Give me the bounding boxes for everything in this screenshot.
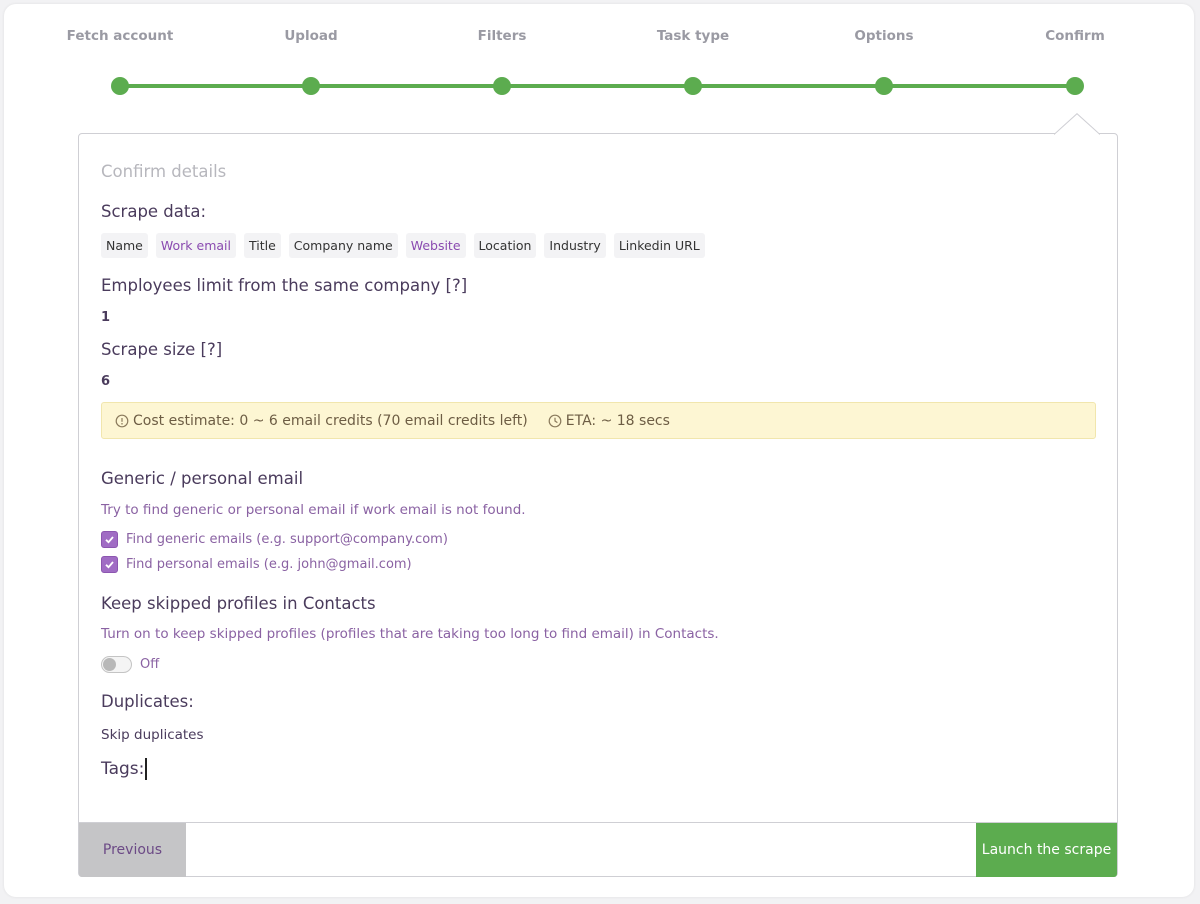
step-label-confirm[interactable]: Confirm <box>995 28 1155 44</box>
keep-skipped-heading: Keep skipped profiles in Contacts <box>101 594 376 613</box>
step-label-task-type[interactable]: Task type <box>613 28 773 44</box>
field-chip-location: Location <box>473 233 537 258</box>
employees-limit-heading[interactable]: Employees limit from the same company [?… <box>101 276 467 295</box>
text-cursor <box>145 758 148 780</box>
field-chip-work-email: Work email <box>155 233 236 258</box>
stepper-labels: Fetch account Upload Filters Task type O… <box>0 28 1200 48</box>
step-dot-upload[interactable] <box>302 77 320 95</box>
confirm-panel: Confirm details Scrape data: Name Work e… <box>78 133 1118 877</box>
tags-field[interactable]: Tags: <box>101 758 148 780</box>
keep-skipped-toggle-row[interactable]: Off <box>101 656 159 673</box>
step-dot-task-type[interactable] <box>684 77 702 95</box>
scrape-size-heading[interactable]: Scrape size [?] <box>101 340 222 359</box>
checkmark-icon <box>105 536 114 544</box>
scrape-data-fields: Name Work email Title Company name Websi… <box>101 233 705 258</box>
panel-footer: Previous Launch the scrape <box>79 822 1117 877</box>
step-dot-filters[interactable] <box>493 77 511 95</box>
find-generic-emails-label[interactable]: Find generic emails (e.g. support@compan… <box>126 532 448 547</box>
find-generic-emails-checkbox[interactable] <box>101 531 118 548</box>
stepper-progress-line <box>120 84 1076 88</box>
generic-personal-description: Try to find generic or personal email if… <box>101 502 526 518</box>
toggle-knob <box>103 658 116 671</box>
field-chip-title: Title <box>244 233 281 258</box>
keep-skipped-toggle[interactable] <box>101 656 132 673</box>
step-label-fetch-account[interactable]: Fetch account <box>40 28 200 44</box>
cost-estimate-text: Cost estimate: 0 ~ 6 email credits (70 e… <box>133 412 528 429</box>
step-label-options[interactable]: Options <box>804 28 964 44</box>
estimate-banner: Cost estimate: 0 ~ 6 email credits (70 e… <box>101 402 1096 439</box>
field-chip-website: Website <box>405 233 466 258</box>
step-dot-options[interactable] <box>875 77 893 95</box>
tags-heading: Tags: <box>101 759 145 779</box>
scrape-data-heading: Scrape data: <box>101 202 207 221</box>
keep-skipped-toggle-label: Off <box>140 657 160 672</box>
find-generic-emails-option[interactable]: Find generic emails (e.g. support@compan… <box>101 531 448 548</box>
step-label-filters[interactable]: Filters <box>422 28 582 44</box>
duplicates-value: Skip duplicates <box>101 727 204 743</box>
duplicates-heading: Duplicates: <box>101 692 194 711</box>
panel-title: Confirm details <box>101 162 227 181</box>
checkmark-icon <box>105 561 114 569</box>
employees-limit-value: 1 <box>101 310 111 325</box>
field-chip-name: Name <box>101 233 148 258</box>
previous-button[interactable]: Previous <box>79 823 186 877</box>
active-step-pointer <box>1054 113 1100 135</box>
generic-personal-heading: Generic / personal email <box>101 469 304 488</box>
field-chip-linkedin-url: Linkedin URL <box>613 233 705 258</box>
step-dot-confirm[interactable] <box>1066 77 1084 95</box>
scrape-size-value: 6 <box>101 374 111 389</box>
clock-icon <box>548 414 562 427</box>
keep-skipped-description: Turn on to keep skipped profiles (profil… <box>101 626 719 642</box>
find-personal-emails-option[interactable]: Find personal emails (e.g. john@gmail.co… <box>101 556 412 573</box>
find-personal-emails-checkbox[interactable] <box>101 556 118 573</box>
step-label-upload[interactable]: Upload <box>231 28 391 44</box>
info-circle-icon <box>115 414 129 427</box>
find-personal-emails-label[interactable]: Find personal emails (e.g. john@gmail.co… <box>126 557 412 572</box>
launch-scrape-button[interactable]: Launch the scrape <box>976 823 1117 877</box>
field-chip-industry: Industry <box>544 233 606 258</box>
step-dot-fetch-account[interactable] <box>111 77 129 95</box>
eta-text: ETA: ~ 18 secs <box>565 412 670 429</box>
field-chip-company-name: Company name <box>288 233 398 258</box>
